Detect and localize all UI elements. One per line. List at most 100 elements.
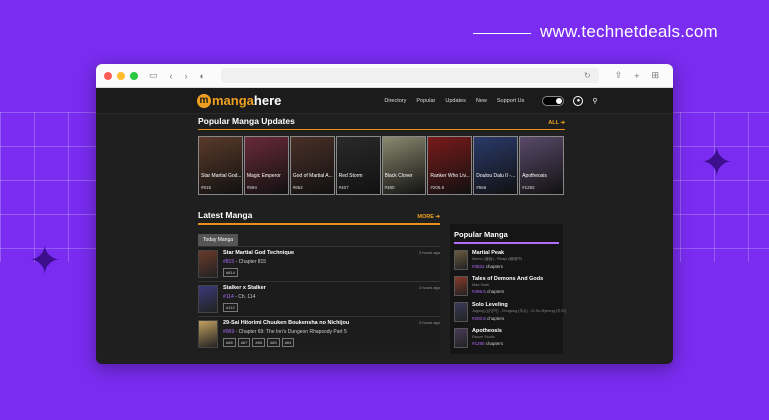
manga-title[interactable]: Star Martial God Technique — [223, 250, 414, 256]
minimize-dot[interactable] — [117, 71, 125, 80]
search-icon[interactable]: ⚲ — [592, 97, 597, 105]
chapter-tag[interactable]: #814 — [223, 268, 238, 277]
chapter-number: #815 — [223, 259, 235, 265]
nav-directory[interactable]: Directory — [384, 98, 406, 104]
latest-list: Star Martial God Technique #815 - Chapter… — [198, 246, 440, 351]
timestamp: 2 hours ago — [418, 320, 440, 325]
cover-title: Magic Emperor — [246, 173, 281, 179]
section-header: Popular Manga Updates ALL ➔ — [198, 116, 565, 130]
nav-new[interactable]: New — [476, 98, 487, 104]
manga-title[interactable]: 29-Sai Hitorimi Chuuken Boukensha no Nic… — [223, 320, 414, 326]
latest-manga-section: Latest Manga MORE ➔ Today Manga Star Mar… — [198, 210, 440, 351]
logo-badge-icon: m — [197, 93, 211, 108]
chapter-number: #1290 — [472, 341, 485, 346]
manga-cover-card[interactable]: God of Martial A... #652 — [289, 136, 335, 195]
author-line: Mad Snail — [472, 283, 489, 287]
site-logo[interactable]: m manga here — [197, 93, 281, 108]
chapter-suffix: chapters — [484, 264, 504, 269]
shield-icon: ◐ — [199, 70, 205, 81]
manga-thumbnail[interactable] — [198, 250, 218, 278]
timestamp: 2 hours ago — [418, 250, 440, 255]
chapter-count: #496.5 chapters — [472, 289, 566, 294]
chapter-line[interactable]: #815 - Chapter 815 — [223, 259, 414, 265]
cover-chapter: #815 — [201, 185, 212, 190]
tab-today-manga[interactable]: Today Manga — [198, 234, 239, 246]
cover-chapter: #566 — [476, 185, 487, 190]
sparkle-icon: ✦ — [700, 141, 734, 185]
all-link[interactable]: ALL ➔ — [548, 120, 565, 126]
popular-item[interactable]: Tales of Demons And Gods Mad Snail #496.5 … — [454, 276, 559, 296]
cover-title: Red Storm — [338, 173, 363, 179]
reload-icon[interactable]: ↻ — [584, 71, 591, 80]
chapter-tag[interactable]: #66 — [252, 338, 266, 347]
chapter-tag[interactable]: #64 — [281, 338, 295, 347]
chapter-tag[interactable]: #65 — [267, 338, 280, 347]
section-title: Popular Manga Updates — [198, 116, 295, 126]
nav-support-us[interactable]: Support Us — [497, 98, 525, 104]
manga-thumbnail[interactable] — [198, 320, 218, 348]
manga-thumbnail[interactable] — [454, 302, 468, 322]
manga-thumbnail[interactable] — [454, 276, 468, 296]
manga-title[interactable]: Tales of Demons And Gods — [472, 276, 566, 282]
manga-cover-card[interactable]: Doulou Dalu II -... #566 — [473, 136, 519, 195]
list-item[interactable]: 29-Sai Hitorimi Chuuken Boukensha no Nic… — [198, 316, 440, 351]
chapter-line[interactable]: #114 - Ch. 114 — [223, 294, 414, 300]
cover-title: God of Martial A... — [292, 173, 333, 179]
close-dot[interactable] — [104, 71, 112, 80]
cover-carousel: Star Martial God... #815 Magic Emperor #594… — [198, 136, 565, 195]
manga-thumbnail[interactable] — [454, 328, 468, 348]
chapter-suffix: chapters — [485, 289, 505, 294]
chapter-suffix: chapters — [485, 316, 505, 321]
manga-thumbnail[interactable] — [454, 250, 468, 270]
main-nav: Directory Popular Updates New Support Us — [384, 98, 534, 104]
tabs-grid-icon[interactable]: ⊞ — [651, 70, 659, 81]
address-bar[interactable]: ↻ — [220, 68, 599, 83]
popular-item[interactable]: Apotheosis Ranze Studio #1290 chapters — [454, 328, 559, 348]
manga-title[interactable]: Solo Leveling — [472, 302, 566, 308]
popular-item[interactable]: Solo Leveling Jugong (장성락) , Chugong (추공)… — [454, 302, 566, 322]
chapter-count: #3831 chapters — [472, 264, 566, 269]
chapter-title: - Ch. 114 — [233, 294, 256, 300]
back-icon[interactable]: ‹ — [170, 71, 173, 81]
chapter-tag[interactable]: #68 — [223, 338, 236, 347]
cover-title: Black Clover — [384, 173, 413, 179]
cover-chapter: #1292 — [522, 185, 535, 190]
manga-title[interactable]: Stalker x Stalker — [223, 285, 414, 291]
list-item[interactable]: Stalker x Stalker #114 - Ch. 114 #113 2 hou… — [198, 281, 440, 316]
author-line: Ranze Studio — [472, 335, 495, 339]
cover-chapter: #594 — [246, 185, 257, 190]
chapter-line[interactable]: #069 - Chapter 69: The Inn's Dungeon Rha… — [223, 329, 414, 335]
popular-updates-section: Popular Manga Updates ALL ➔ Star Martial… — [198, 116, 565, 195]
maximize-dot[interactable] — [130, 71, 138, 80]
theme-toggle[interactable] — [542, 95, 565, 106]
user-icon[interactable]: ● — [573, 95, 584, 106]
nav-popular[interactable]: Popular — [416, 98, 435, 104]
cover-chapter: #205.9 — [430, 185, 445, 190]
timestamp: 2 hours ago — [418, 285, 440, 290]
share-icon[interactable]: ⇪ — [615, 70, 623, 81]
sidebar-icon[interactable]: ▭ — [149, 70, 158, 81]
chapter-number: #496.5 — [472, 289, 486, 294]
chapter-tag[interactable]: #67 — [237, 338, 251, 347]
chapter-tag[interactable]: #113 — [223, 303, 238, 312]
more-link[interactable]: MORE ➔ — [417, 214, 440, 220]
tag-list: #113 — [223, 303, 414, 312]
manga-title[interactable]: Apotheosis — [472, 328, 566, 334]
manga-thumbnail[interactable] — [198, 285, 218, 313]
manga-cover-card[interactable]: Star Martial God... #815 — [198, 136, 243, 195]
new-tab-icon[interactable]: + — [634, 71, 639, 81]
manga-cover-card[interactable]: Magic Emperor #594 — [243, 136, 289, 195]
nav-updates[interactable]: Updates — [445, 98, 466, 104]
popular-item[interactable]: Martial Peak Momo (漫画) , Pikapi (暗暗中) #383… — [454, 250, 559, 270]
chapter-count: #1290 chapters — [472, 341, 566, 346]
chapter-number: #114 — [223, 294, 234, 300]
manga-cover-card[interactable]: Red Storm #407 — [335, 136, 381, 195]
manga-cover-card[interactable]: Black Clover #380 — [381, 136, 427, 195]
moon-icon — [556, 97, 563, 104]
browser-window: ▭ ‹ › ◐ ↻ ⇪ + ⊞ m manga here Directory Pop… — [96, 64, 673, 364]
manga-title[interactable]: Martial Peak — [472, 250, 566, 256]
manga-cover-card[interactable]: Apotheosis #1292 — [519, 136, 564, 195]
list-item[interactable]: Star Martial God Technique #815 - Chapter… — [198, 246, 440, 281]
forward-icon[interactable]: › — [185, 71, 188, 81]
manga-cover-card[interactable]: Ranker Who Liv... #205.9 — [427, 136, 473, 195]
